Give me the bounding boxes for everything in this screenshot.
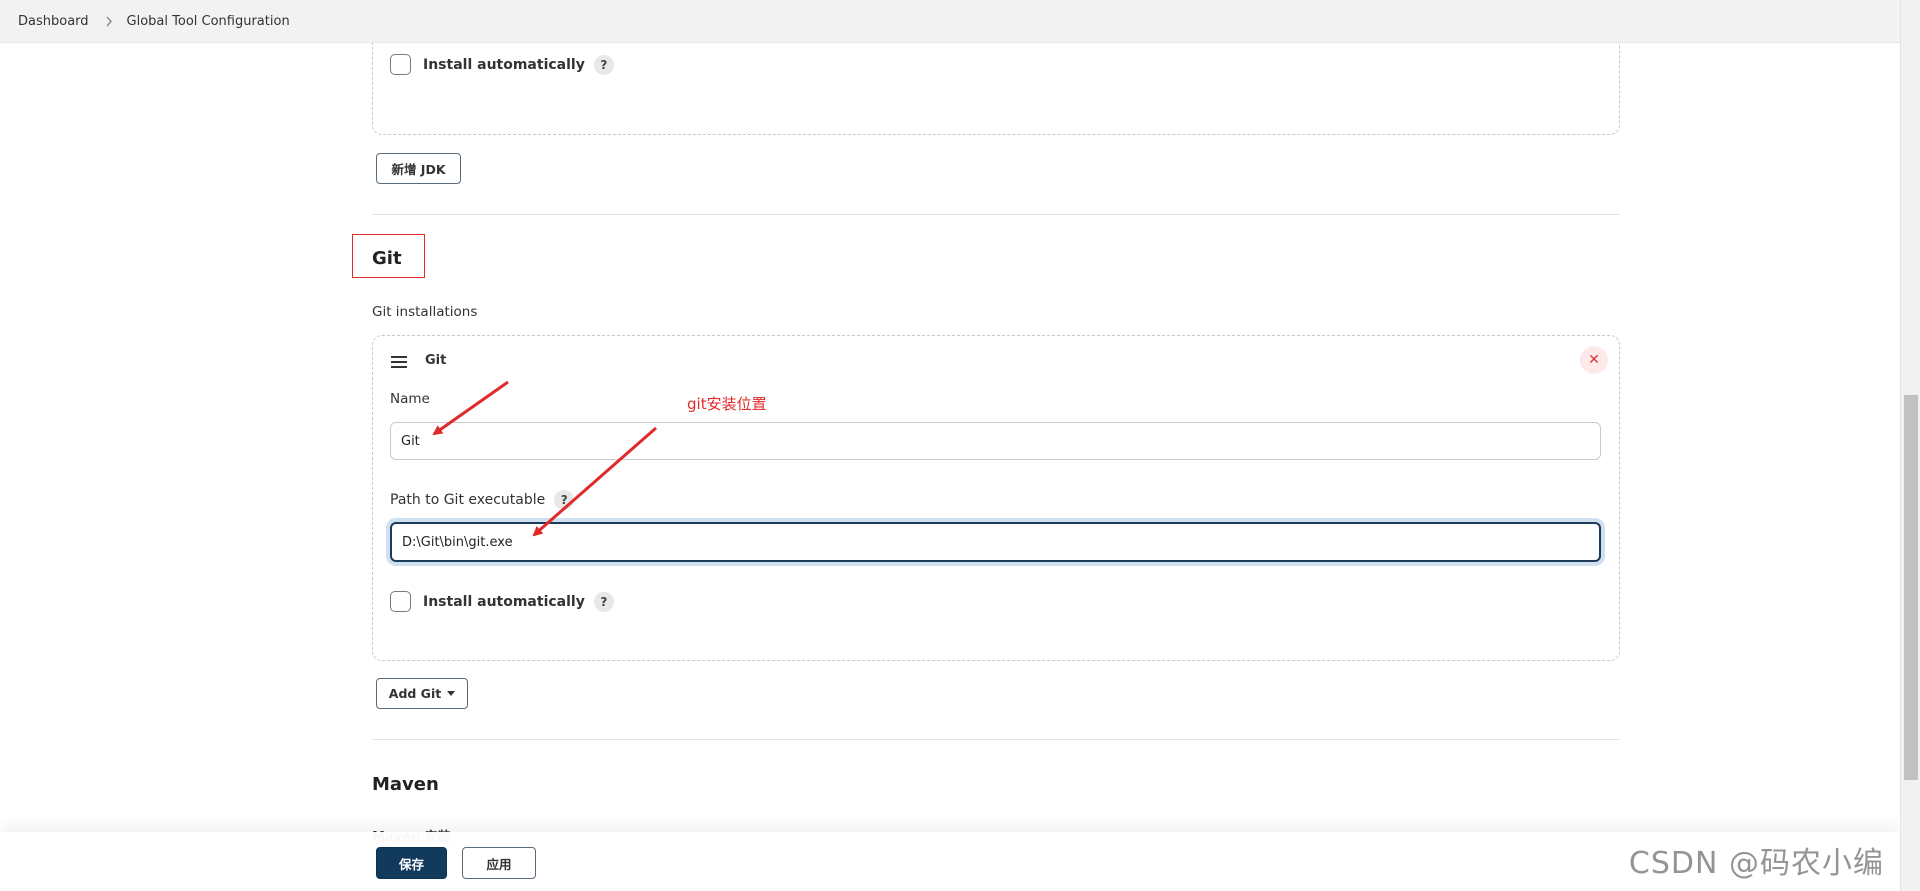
jdk-install-automatically-label: Install automatically <box>423 56 585 73</box>
scrollbar-thumb[interactable] <box>1904 395 1918 780</box>
help-icon[interactable]: ? <box>593 54 614 75</box>
jdk-install-automatically-row: Install automatically ? <box>390 54 614 75</box>
drag-handle-icon[interactable] <box>391 356 407 368</box>
git-path-label: Path to Git executable <box>390 492 546 508</box>
git-installations-label: Git installations <box>372 304 478 320</box>
git-install-automatically-row: Install automatically ? <box>390 591 614 612</box>
csdn-watermark: CSDN @码农小编 <box>1628 846 1884 881</box>
apply-button[interactable]: 应用 <box>462 847 536 879</box>
breadcrumb-dashboard[interactable]: Dashboard <box>18 14 89 29</box>
git-name-input[interactable] <box>390 422 1601 460</box>
help-icon[interactable]: ? <box>593 591 614 612</box>
divider <box>372 739 1620 740</box>
delete-installation-close-icon[interactable]: ✕ <box>1580 346 1608 374</box>
divider <box>372 214 1620 215</box>
chevron-right-icon <box>105 16 113 27</box>
git-path-input[interactable] <box>390 522 1601 562</box>
add-git-button-label: Add Git <box>388 686 442 701</box>
help-icon[interactable]: ? <box>554 490 575 510</box>
jdk-install-automatically-checkbox[interactable] <box>390 54 411 75</box>
git-path-label-row: Path to Git executable ? <box>390 490 575 510</box>
vertical-scrollbar[interactable] <box>1900 0 1920 891</box>
git-installation-header: Git <box>425 353 447 368</box>
breadcrumb-bar: Dashboard Global Tool Configuration <box>0 0 1900 43</box>
add-jdk-button[interactable]: 新增 JDK <box>376 153 461 184</box>
bottom-action-bar: 保存 应用 <box>0 832 1900 891</box>
git-section-title: Git <box>372 248 402 269</box>
maven-section-title: Maven <box>372 774 439 795</box>
add-git-button[interactable]: Add Git <box>376 678 468 709</box>
annotation-text: git安装位置 <box>687 395 767 413</box>
git-install-automatically-label: Install automatically <box>423 593 585 610</box>
git-name-label: Name <box>390 391 430 407</box>
caret-down-icon <box>447 691 456 696</box>
breadcrumb-global-tool-configuration[interactable]: Global Tool Configuration <box>127 14 290 29</box>
save-button[interactable]: 保存 <box>376 847 447 879</box>
git-install-automatically-checkbox[interactable] <box>390 591 411 612</box>
